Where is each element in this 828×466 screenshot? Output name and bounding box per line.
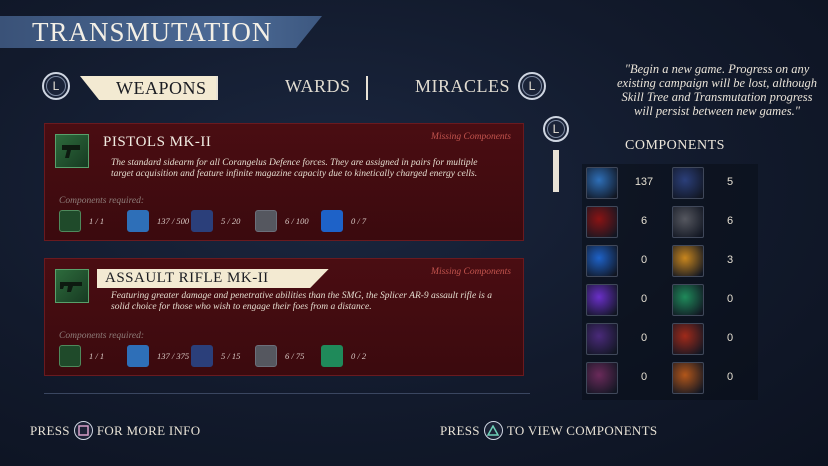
gold-feather-icon[interactable]	[672, 245, 704, 277]
tab-weapons[interactable]: WEAPONS	[80, 76, 217, 100]
rifle-icon	[59, 345, 81, 367]
requirement-item: 6 / 75	[255, 345, 304, 367]
left-bumper-icon[interactable]: L	[42, 72, 70, 100]
weapon-name: PISTOLS MK-II	[103, 134, 212, 150]
green-ring-icon	[321, 345, 343, 367]
crystal-icon	[127, 345, 149, 367]
weapon-description: The standard sidearm for all Corangelus …	[111, 158, 478, 179]
requirement-item: 1 / 1	[59, 345, 104, 367]
component-count: 0	[640, 332, 648, 344]
requirement-item: 6 / 100	[255, 210, 309, 232]
red-splatter-icon[interactable]	[586, 206, 618, 238]
component-count: 3	[726, 254, 734, 266]
requirements-row: 1 / 1 137 / 375 5 / 15 6 / 75 0 / 2	[59, 345, 513, 369]
requirement-item: 5 / 15	[191, 345, 240, 367]
requirements-label: Components required:	[59, 196, 145, 206]
purple-claw-icon[interactable]	[586, 323, 618, 355]
crystal-icon	[127, 210, 149, 232]
requirement-item: 5 / 20	[191, 210, 240, 232]
purple-flame-icon[interactable]	[586, 362, 618, 394]
requirement-item: 137 / 500	[127, 210, 189, 232]
tab-bar: L WEAPONS WARDS MIRACLES L	[40, 70, 550, 104]
square-button-icon	[73, 421, 93, 440]
tab-wards[interactable]: WARDS	[285, 76, 351, 97]
component-count: 6	[726, 215, 734, 227]
weapon-card-pistols[interactable]: PISTOLS MK-II Missing Components The sta…	[44, 123, 524, 241]
orange-flame-icon[interactable]	[672, 362, 704, 394]
weapon-name: ASSAULT RIFLE MK-II	[97, 269, 329, 288]
title-banner: TRANSMUTATION	[0, 16, 322, 48]
requirements-row: 1 / 1 137 / 500 5 / 20 6 / 100 0 / 7	[59, 210, 513, 234]
status-badge: Missing Components	[431, 267, 511, 277]
tab-miracles[interactable]: MIRACLES	[415, 76, 510, 97]
scrollbar[interactable]	[553, 150, 559, 192]
pistol-icon	[59, 210, 81, 232]
weapon-list: PISTOLS MK-II Missing Components The sta…	[40, 120, 528, 386]
skull-icon	[191, 210, 213, 232]
components-grid: 137 5 6 6 0 3 0 0 0 0 0 0	[582, 164, 758, 400]
triangle-button-icon	[483, 421, 503, 440]
requirements-label: Components required:	[59, 331, 145, 341]
skull-icon	[191, 345, 213, 367]
red-claw-icon[interactable]	[672, 323, 704, 355]
gear-icon	[255, 210, 277, 232]
component-count: 137	[634, 176, 654, 188]
new-game-quote: "Begin a new game. Progress on any exist…	[617, 62, 817, 118]
purple-ring-icon[interactable]	[586, 284, 618, 316]
right-bumper-icon[interactable]: L	[518, 72, 546, 100]
view-components-prompt[interactable]: PRESS TO VIEW COMPONENTS	[440, 421, 657, 440]
pistol-icon	[55, 134, 89, 168]
requirement-item: 1 / 1	[59, 210, 104, 232]
requirement-item: 0 / 7	[321, 210, 366, 232]
tab-divider	[366, 76, 368, 100]
status-badge: Missing Components	[431, 132, 511, 142]
blue-feather-icon	[321, 210, 343, 232]
requirement-item: 137 / 375	[127, 345, 189, 367]
page-title: TRANSMUTATION	[32, 16, 273, 47]
skull-icon[interactable]	[672, 167, 704, 199]
component-count: 5	[726, 176, 734, 188]
gear-icon[interactable]	[672, 206, 704, 238]
component-count: 0	[640, 254, 648, 266]
rifle-icon	[55, 269, 89, 303]
component-count: 0	[726, 371, 734, 383]
components-title: COMPONENTS	[625, 138, 725, 153]
component-count: 0	[640, 371, 648, 383]
blue-feather-icon[interactable]	[586, 245, 618, 277]
requirement-item: 0 / 2	[321, 345, 366, 367]
more-info-prompt[interactable]: PRESS FOR MORE INFO	[30, 421, 200, 440]
tab-divider	[216, 76, 218, 100]
component-count: 0	[640, 293, 648, 305]
weapon-card-assault-rifle[interactable]: ASSAULT RIFLE MK-II Missing Components F…	[44, 258, 524, 376]
divider	[44, 393, 530, 394]
green-ring-icon[interactable]	[672, 284, 704, 316]
gear-icon	[255, 345, 277, 367]
component-count: 6	[640, 215, 648, 227]
list-bumper-icon[interactable]: L	[543, 116, 569, 142]
component-count: 0	[726, 293, 734, 305]
component-count: 0	[726, 332, 734, 344]
weapon-description: Featuring greater damage and penetrative…	[111, 291, 493, 312]
crystal-icon[interactable]	[586, 167, 618, 199]
